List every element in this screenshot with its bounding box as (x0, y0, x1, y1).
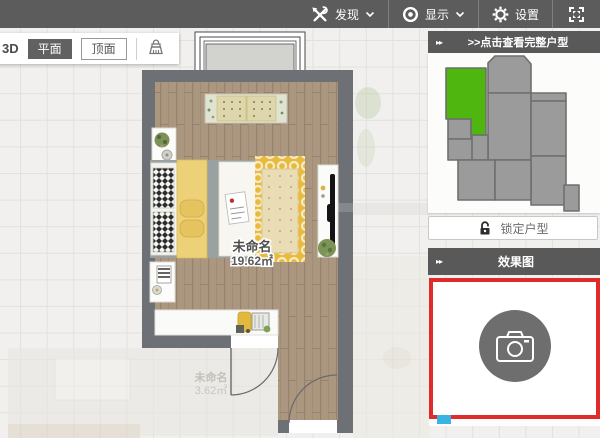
minimap-room[interactable] (447, 118, 472, 140)
room-area-label: 19.62㎡ (231, 253, 273, 268)
fullscreen-icon (569, 6, 584, 22)
viewbar-divider (135, 37, 137, 60)
top-toolbar: 发现 显示 设置 (0, 0, 600, 28)
lock-layout-button[interactable]: 锁定户型 (428, 216, 598, 240)
tab-3d[interactable]: 3D (2, 41, 19, 56)
counter[interactable] (154, 309, 279, 336)
floorplan-header-label[interactable]: >>点击查看完整户型 (450, 34, 586, 50)
svg-text:3.62㎡: 3.62㎡ (195, 384, 227, 397)
nightstand-bottom[interactable] (149, 261, 176, 303)
lock-open-icon (480, 221, 490, 235)
tv-stand[interactable] (317, 164, 339, 258)
floor-plan[interactable]: 未命名 19.62㎡ 未命名 3.62㎡ (0, 28, 430, 438)
tab-ceiling[interactable]: 顶面 (80, 37, 127, 60)
minimap-room[interactable] (487, 92, 532, 161)
app-window: 未命名 19.62㎡ 未命名 3.62㎡ 发现 显示 设置 3D 平面 顶面 ▸… (0, 0, 600, 438)
room-name-label: 未命名 (231, 239, 271, 254)
display-menu[interactable]: 显示 (389, 0, 478, 28)
minimap-room[interactable] (530, 92, 567, 102)
minimap-room[interactable] (457, 159, 496, 201)
svg-text:未命名: 未命名 (194, 370, 228, 384)
expand-icon[interactable]: ▸▸ (436, 38, 443, 47)
chevron-down-icon (455, 11, 465, 17)
minimap-room-hall[interactable] (487, 55, 532, 94)
minimap-room[interactable] (471, 134, 489, 161)
nightstand-top[interactable] (151, 127, 177, 162)
minimap-room[interactable] (563, 184, 580, 212)
gear-icon (492, 6, 509, 22)
expand-icon[interactable]: ▸▸ (436, 257, 443, 266)
bench[interactable] (204, 93, 288, 124)
minimap-room[interactable] (530, 100, 567, 157)
discover-menu[interactable]: 发现 (298, 0, 388, 28)
wall-joint (338, 203, 353, 212)
camera-marker (437, 415, 451, 424)
take-snapshot-button[interactable] (478, 310, 551, 382)
fullscreen-button[interactable] (553, 0, 600, 28)
chevron-down-icon (365, 11, 375, 17)
display-label: 显示 (424, 7, 449, 22)
tools-icon (312, 5, 328, 21)
minimap-room[interactable] (530, 155, 567, 206)
brush-icon[interactable] (146, 39, 166, 58)
minimap-room[interactable] (494, 159, 532, 201)
discover-label: 发现 (334, 7, 359, 22)
view-mode-bar: 3D 平面 顶面 (0, 33, 179, 64)
floorplan-overview-header: ▸▸ >>点击查看完整户型 (428, 31, 600, 53)
eye-icon (402, 6, 419, 22)
settings-button[interactable]: 设置 (479, 0, 552, 28)
minimap-room[interactable] (447, 138, 474, 161)
render-section-header: ▸▸ 效果图 (428, 248, 600, 275)
tab-plan[interactable]: 平面 (27, 38, 72, 59)
magazine (224, 191, 250, 225)
camera-icon (495, 331, 534, 362)
floorplan-minimap[interactable] (428, 53, 600, 213)
render-panel-footer (429, 419, 600, 426)
render-panel-highlighted (429, 278, 600, 419)
lock-layout-label: 锁定户型 (500, 221, 549, 236)
adjacent-room-label: 未命名 3.62㎡ (194, 370, 228, 397)
render-header-label: 效果图 (498, 255, 535, 269)
settings-label: 设置 (514, 7, 539, 22)
